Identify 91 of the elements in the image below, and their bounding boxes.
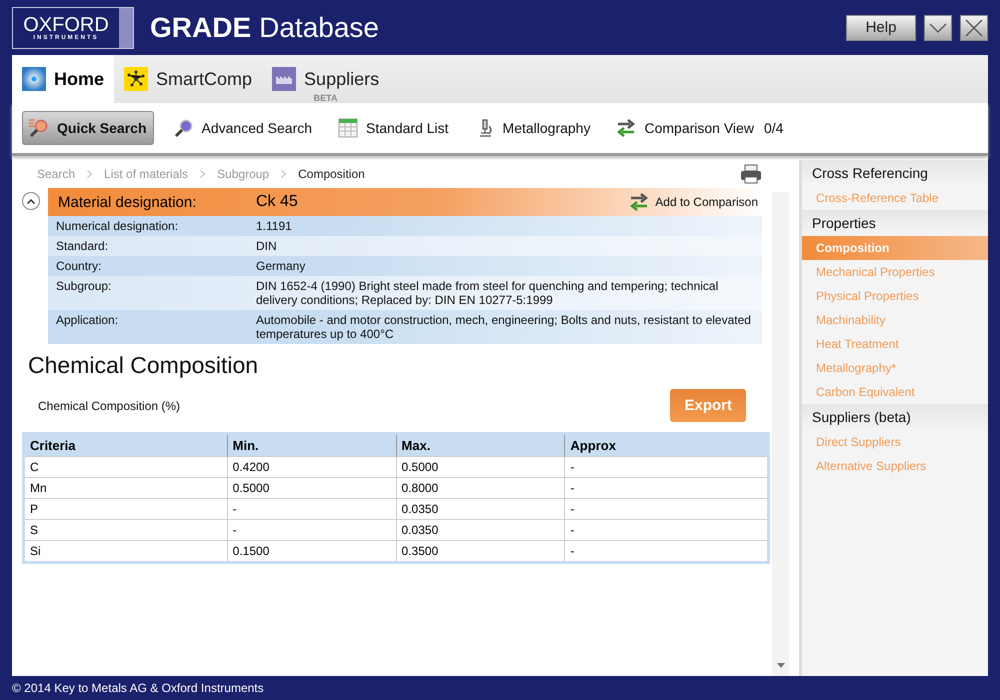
field-value: DIN xyxy=(256,239,278,253)
toolbar-label: Standard List xyxy=(366,120,449,136)
sidebar-item[interactable]: Direct Suppliers xyxy=(802,430,988,454)
table-cell: 0.0350 xyxy=(396,520,565,540)
section-title: Chemical Composition xyxy=(28,352,260,379)
sidebar-item[interactable]: Heat Treatment xyxy=(802,332,988,356)
table-cell: 0.0350 xyxy=(396,498,565,520)
printer-icon xyxy=(740,164,762,184)
close-icon xyxy=(965,18,983,36)
collapse-button[interactable] xyxy=(22,192,40,210)
add-to-comparison-button[interactable]: Add to Comparison xyxy=(625,192,762,212)
globe-icon xyxy=(22,67,46,91)
tab-label: Suppliers xyxy=(304,68,380,90)
swap-arrows-icon xyxy=(616,118,636,138)
sidebar-item[interactable]: Metallography* xyxy=(802,356,988,380)
sidebar-item[interactable]: Mechanical Properties xyxy=(802,260,988,284)
sidebar-item[interactable]: Alternative Suppliers xyxy=(802,454,988,478)
nav-tab[interactable]: SmartComp xyxy=(114,55,262,103)
toolbar-label: Comparison View xyxy=(644,120,754,136)
app-subtitle: Database xyxy=(259,12,379,44)
toolbar-label: Advanced Search xyxy=(202,120,312,136)
nav-tab[interactable]: Home xyxy=(12,55,114,103)
table-cell: P xyxy=(24,498,228,520)
table-cell: C xyxy=(24,456,228,478)
toolbar-button[interactable]: Quick Search xyxy=(22,111,154,145)
spreadsheet-icon xyxy=(338,118,358,138)
field-label: Country: xyxy=(56,259,102,273)
table-cell: 0.5000 xyxy=(227,478,396,498)
field-label: Material designation: xyxy=(58,194,198,210)
table-caption: Chemical Composition (%) xyxy=(38,399,180,413)
chevron-up-icon xyxy=(27,198,35,204)
toolbar-button[interactable]: Comparison View 0/4 xyxy=(610,112,790,144)
magnifier-icon xyxy=(174,118,194,138)
table-cell: - xyxy=(227,498,396,520)
field-value: Automobile - and motor construction, mech, engineering; Bolts and nuts, resistant to elevated temperatures up to 400°C xyxy=(256,313,752,341)
logo-text: OXFORD xyxy=(23,14,109,34)
tab-label: Home xyxy=(54,68,104,90)
table-cell: 0.4200 xyxy=(227,456,396,478)
chevron-right-icon xyxy=(87,170,92,178)
export-button[interactable]: Export xyxy=(670,389,746,422)
column-header: Max. xyxy=(396,434,565,456)
table-cell: - xyxy=(564,456,768,478)
scroll-down-icon xyxy=(776,663,784,668)
field-label: Subgroup: xyxy=(56,279,112,295)
breadcrumb-link[interactable]: Search xyxy=(37,167,76,181)
help-button[interactable]: Help xyxy=(846,14,916,40)
column-header: Min. xyxy=(227,434,396,456)
sidebar-item[interactable]: Cross-Reference Table xyxy=(802,186,988,210)
field-label: Standard: xyxy=(56,239,110,253)
comparison-count: 0/4 xyxy=(764,120,784,136)
field-value: Germany xyxy=(256,259,306,273)
table-cell: S xyxy=(24,520,228,540)
sidebar-item[interactable]: Carbon Equivalent xyxy=(802,380,988,404)
factory-icon xyxy=(272,67,296,91)
app-title: GRADE xyxy=(150,12,252,44)
tab-label: SmartComp xyxy=(156,68,252,90)
chevron-right-icon xyxy=(281,170,286,178)
toolbar-button[interactable]: Metallography xyxy=(468,112,596,144)
chevron-right-icon xyxy=(200,170,206,178)
field-label: Numerical designation: xyxy=(56,219,180,233)
breadcrumb-link[interactable]: Subgroup xyxy=(217,167,270,181)
toolbar-button[interactable]: Advanced Search xyxy=(168,112,318,144)
field-value: Ck 45 xyxy=(256,193,298,211)
field-label: Application: xyxy=(56,313,120,329)
swap-arrows-icon xyxy=(629,192,650,212)
beta-label: BETA xyxy=(314,93,338,103)
table-cell: 0.5000 xyxy=(396,456,565,478)
sidebar-item[interactable]: Composition xyxy=(802,236,988,260)
toolbar-label: Quick Search xyxy=(57,120,146,136)
toolbar-button[interactable]: Standard List xyxy=(332,112,455,144)
nav-tab[interactable]: Suppliers BETA xyxy=(262,55,390,103)
sidebar-item[interactable]: Machinability xyxy=(802,308,988,332)
scrollbar[interactable] xyxy=(772,192,789,676)
toolbar-label: Metallography xyxy=(502,120,590,136)
chevron-down-icon xyxy=(929,22,947,32)
table-cell: 0.8000 xyxy=(396,478,565,498)
table-cell: Mn xyxy=(24,478,228,498)
breadcrumb-link[interactable]: Composition xyxy=(298,167,365,181)
sidebar-item[interactable]: Physical Properties xyxy=(802,284,988,308)
logo-stripe xyxy=(119,8,133,48)
magnifier-icon xyxy=(29,118,49,138)
copyright-text: © 2014 Key to Metals AG & Oxford Instruments xyxy=(11,680,265,697)
column-header: Approx xyxy=(564,434,768,456)
breadcrumb-link[interactable]: List of materials xyxy=(104,167,188,181)
field-value: 1.1191 xyxy=(256,219,293,233)
network-icon xyxy=(124,67,148,91)
field-value: DIN 1652-4 (1990) Bright steel made from steel for quenching and tempering; technical delivery conditions; Replaced by: DIN EN 10277-5:1999 xyxy=(256,279,720,307)
table-cell: - xyxy=(227,520,396,540)
column-header: Criteria xyxy=(24,434,228,456)
minimize-button[interactable] xyxy=(924,14,952,40)
close-button[interactable] xyxy=(960,14,988,40)
